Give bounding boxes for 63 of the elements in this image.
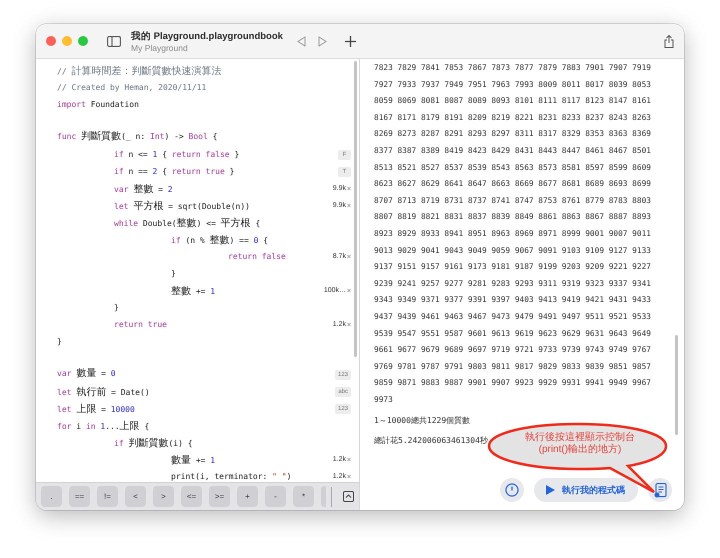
plus-icon[interactable] — [345, 36, 356, 46]
code-line: print(i, terminator: " ") — [171, 472, 292, 481]
play-icon — [546, 485, 555, 495]
code-line: var 整數 = 2 — [114, 182, 174, 196]
result-toggle-icon[interactable] — [347, 186, 351, 191]
document-icon — [654, 482, 666, 498]
window-title: 我的 Playground.playgroundbook — [131, 30, 284, 42]
scrollbar[interactable] — [354, 61, 357, 357]
key-button[interactable]: < — [125, 486, 146, 507]
console-output-line: 1～10000總共1229個質數 — [374, 415, 470, 428]
code-line: var 數量 = 0 — [57, 367, 117, 380]
callout-text: 執行後按這裡顯示控制台 — [524, 432, 636, 444]
code-line: if 判斷質數(i) { — [114, 436, 194, 450]
code-line: } — [114, 303, 120, 312]
code-line: let 執行前 = Date() — [57, 386, 151, 398]
sidebar-icon[interactable] — [107, 36, 121, 46]
key-button[interactable]: >= — [209, 486, 230, 507]
minimize-button[interactable] — [62, 36, 72, 46]
code-line: if n <= 1 { return false } — [114, 150, 240, 159]
key-button[interactable]: . — [41, 486, 62, 507]
code-line: } — [171, 269, 177, 278]
result-toggle-icon[interactable] — [347, 474, 351, 479]
result-toggle-icon[interactable] — [347, 288, 351, 293]
scrollbar[interactable] — [675, 335, 678, 435]
code-line: for i in 1...上限 { — [57, 420, 150, 432]
result-toggle-icon[interactable] — [347, 203, 351, 208]
key-button[interactable]: > — [153, 486, 174, 507]
callout-text: (print()輸出的地方) — [538, 444, 622, 456]
key-button[interactable]: != — [97, 486, 118, 507]
speed-button[interactable] — [500, 478, 524, 502]
code-line: while Double(整數) <= 平方根 { — [114, 216, 262, 230]
code-line: let 平方根 = sqrt(Double(n)) — [114, 200, 251, 212]
close-button[interactable] — [46, 36, 56, 46]
code-line: if n == 2 { return true } — [114, 167, 236, 176]
code-line: return true — [114, 320, 168, 329]
back-icon[interactable] — [297, 36, 306, 46]
console-output-line: 總計花5.242006063461304秒 — [374, 435, 488, 448]
key-button[interactable]: == — [69, 486, 90, 507]
result-toggle-icon[interactable] — [347, 322, 351, 327]
code-line: 數量 += 1 — [171, 454, 216, 466]
zoom-button[interactable] — [78, 36, 88, 46]
code-line: if (n % 整數) == 0 { — [171, 234, 270, 246]
code-line: // Created by Heman, 2020/11/11 — [57, 83, 208, 92]
share-icon[interactable] — [664, 34, 674, 48]
console-button[interactable] — [648, 478, 672, 502]
code-line: func 判斷質數(_ n: Int) -> Bool { — [57, 130, 218, 143]
code-line: import Foundation — [57, 100, 140, 109]
code-line: let 上限 = 10000 — [57, 402, 136, 416]
window-subtitle: My Playground — [131, 42, 189, 52]
result-toggle-icon[interactable] — [347, 457, 351, 462]
gauge-icon — [505, 483, 519, 497]
result-toggle-icon[interactable] — [347, 254, 351, 259]
run-button[interactable]: 執行我的程式碼 — [534, 478, 638, 502]
code-line: // 計算時間差：判斷質數快速演算法 — [57, 64, 222, 78]
code-line: 整數 += 1 — [171, 284, 216, 298]
key-button[interactable]: * — [293, 486, 314, 507]
key-button[interactable]: - — [265, 486, 286, 507]
key-button[interactable]: <= — [181, 486, 202, 507]
expand-icon[interactable] — [343, 491, 354, 502]
code-line: } — [57, 337, 63, 346]
key-button[interactable]: + — [237, 486, 258, 507]
code-line: return false — [228, 252, 287, 261]
forward-icon[interactable] — [318, 36, 327, 46]
